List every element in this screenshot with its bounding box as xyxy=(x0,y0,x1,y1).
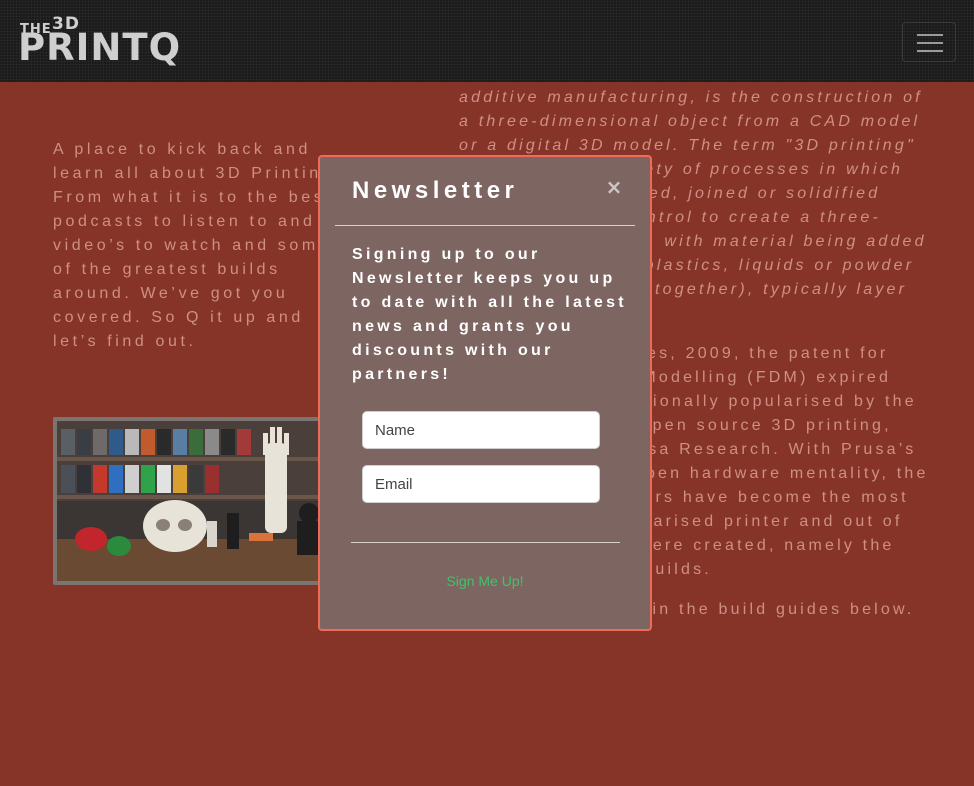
name-input[interactable] xyxy=(362,411,600,449)
close-icon[interactable]: × xyxy=(604,175,624,199)
newsletter-modal: Newsletter × Signing up to our Newslette… xyxy=(318,155,652,631)
modal-header-divider xyxy=(335,225,635,226)
modal-description: Signing up to our Newsletter keeps you u… xyxy=(352,246,627,383)
modal-footer-divider xyxy=(351,542,620,543)
email-input[interactable] xyxy=(362,465,600,503)
sign-up-button[interactable]: Sign Me Up! xyxy=(320,569,650,593)
modal-title: Newsletter xyxy=(352,177,519,204)
